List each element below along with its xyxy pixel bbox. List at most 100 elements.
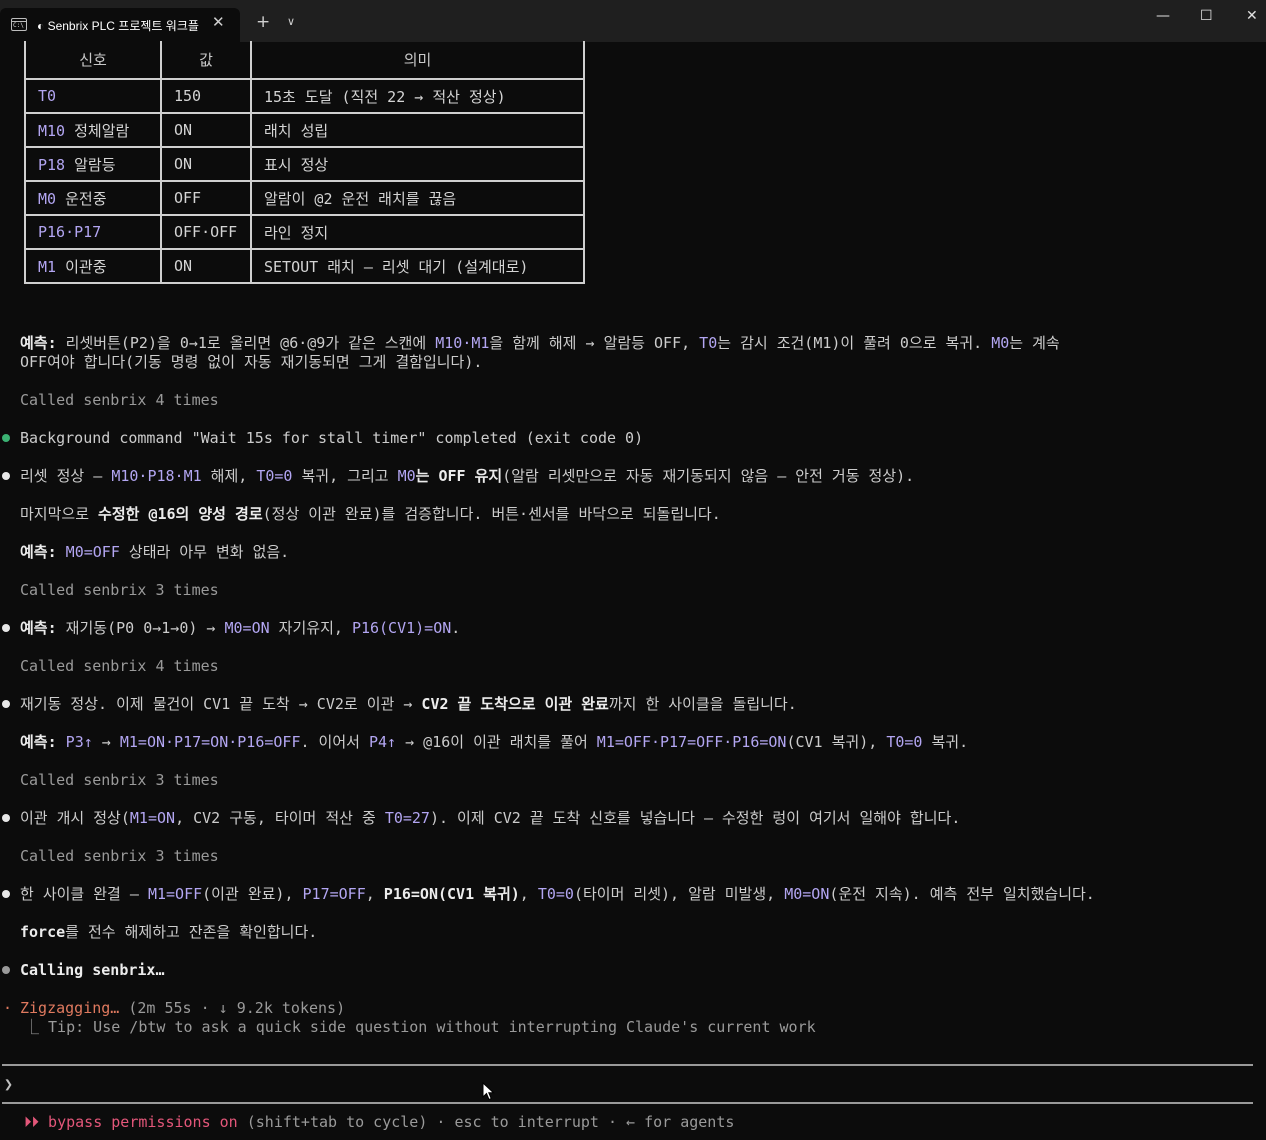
text: 는 계속: [1009, 334, 1060, 352]
signal-ref: M10·P18·M1: [111, 467, 202, 485]
table-row: P16·P17 OFF·OFF 라인 정지: [24, 214, 585, 250]
tip-text: ⎿ Tip: Use /btw to ask a quick side ques…: [24, 1018, 816, 1036]
prediction-label: 예측:: [20, 334, 57, 352]
table-cell-meaning: 표시 정상: [250, 146, 585, 182]
signal-name: P16·P17: [38, 223, 102, 241]
signal-desc: 알람등: [65, 155, 116, 174]
signal-desc: 정체알람: [65, 121, 130, 140]
table-cell-value: ON: [160, 248, 252, 284]
text: (CV1 복귀): [437, 885, 520, 903]
text: (타이머 리셋), 알람 미발생,: [573, 885, 785, 903]
table-row: P18 알람등 ON 표시 정상: [24, 146, 585, 182]
prediction-label: 예측:: [20, 619, 57, 637]
signal-ref: T0=0: [886, 733, 923, 751]
text: ). 이제 CV2 끝 도착 신호를 넣습니다 — 수정한 렁이 여기서 일해야…: [429, 809, 961, 827]
text: (정상 이관 완료)를 검증합니다. 버튼·센서를 바닥으로 되돌립니다.: [262, 505, 721, 523]
terminal-tab[interactable]: ◐ Senbrix PLC 프로젝트 워크플 ✕: [0, 8, 240, 42]
text: 리셋 정상 —: [20, 467, 112, 485]
permission-mode: bypass permissions on: [39, 1113, 238, 1131]
signal-name: M1: [38, 257, 57, 276]
signal-ref: P16=ON: [383, 885, 438, 903]
mode-icon: ⏵⏵: [24, 1113, 40, 1131]
prompt-input[interactable]: [20, 1072, 1250, 1096]
status-bar: ⏵⏵ bypass permissions on (shift+tab to c…: [24, 1113, 734, 1131]
bullet-icon: [2, 624, 10, 632]
table-cell-meaning: 알람이 @2 운전 래치를 끊음: [250, 180, 585, 216]
message-line: 이관 개시 정상(M1=ON, CV2 구동, 타이머 적산 중 T0=27).…: [20, 809, 960, 828]
bullet-icon: [2, 472, 10, 480]
spinner-icon: ·: [3, 999, 13, 1017]
signal-ref: P4↑: [368, 733, 397, 751]
text: 해제,: [201, 467, 257, 485]
signal-ref: P3↑: [65, 733, 93, 751]
spinner-verb: Zigzagging…: [20, 999, 120, 1017]
text: 를 전수 해제하고 잔존을 확인합니다.: [65, 923, 318, 941]
signal-ref: T0=27: [384, 809, 430, 827]
text: (이관 완료),: [202, 885, 303, 903]
signal-ref: T0=0: [256, 467, 293, 485]
table-cell-value: OFF: [160, 180, 252, 216]
text: 복귀, 그리고: [292, 467, 398, 485]
signal-ref: M1=OFF·P17=OFF·P16=ON: [596, 733, 787, 751]
signal-ref: M10·M1: [435, 334, 490, 352]
text: (운전 지속). 예측 전부 일치했습니다.: [829, 885, 1095, 903]
prediction-line: 예측: M0=OFF 상태라 아무 변화 없음.: [20, 543, 289, 562]
signal-ref: M0: [991, 334, 1010, 352]
prediction-line: 예측: 재기동(P0 0→1→0) → M0=ON 자기유지, P16(CV1)…: [20, 619, 460, 638]
text: ,: [519, 885, 538, 903]
title-bar: ◐ Senbrix PLC 프로젝트 워크플 ✕ + ∨ — ☐ ✕: [0, 0, 1266, 42]
signal-ref: T0: [699, 334, 718, 352]
text: 이관 개시 정상(: [20, 809, 130, 827]
signal-table: 신호 값 의미 T0 150 15초 도달 (직전 22 → 적산 정상) M1…: [24, 41, 585, 284]
signal-ref: T0=0: [537, 885, 574, 903]
signal-ref: M0: [397, 467, 416, 485]
text: 리셋버튼(P2)을 0→1로 올리면 @6·@9가 같은 스캔에: [56, 334, 436, 352]
bullet-icon: [2, 814, 10, 822]
text: (CV1 복귀),: [786, 733, 887, 751]
signal-name: P18: [38, 155, 66, 174]
text: force: [20, 923, 66, 941]
text: 수정한 @16의 양성 경로: [98, 505, 263, 523]
text: 마지막으로: [20, 505, 99, 523]
table-cell-signal: M1 이관중: [24, 248, 162, 284]
table-cell-signal: P18 알람등: [24, 146, 162, 182]
signal-ref: M0=ON: [224, 619, 270, 637]
table-row: M0 운전중 OFF 알람이 @2 운전 래치를 끊음: [24, 180, 585, 216]
table-cell-value: OFF·OFF: [160, 214, 252, 250]
table-header: 값: [160, 41, 252, 80]
tool-call-summary: Called senbrix 4 times: [20, 657, 219, 675]
table-header-row: 신호 값 의미: [24, 41, 585, 80]
close-window-button[interactable]: ✕: [1246, 8, 1258, 24]
text: . 이어서: [300, 733, 369, 751]
signal-name: M10: [38, 121, 66, 140]
signal-ref: M1=OFF: [147, 885, 203, 903]
prediction-label: 예측:: [20, 543, 57, 561]
text: CV2 끝 도착으로 이관 완료: [421, 695, 609, 713]
text: 상태라 아무 변화 없음.: [119, 543, 290, 561]
bullet-icon: [2, 890, 10, 898]
input-top-border: [2, 1064, 1253, 1066]
table-row: T0 150 15초 도달 (직전 22 → 적산 정상): [24, 78, 585, 114]
signal-ref: P16(CV1)=ON: [351, 619, 452, 637]
minimize-button[interactable]: —: [1156, 8, 1170, 24]
maximize-button[interactable]: ☐: [1200, 8, 1213, 24]
mouse-cursor-icon: [482, 1082, 495, 1101]
new-tab-button[interactable]: +: [256, 12, 270, 32]
text: 재기동 정상. 이제 물건이 CV1 끝 도착 → CV2로 이관 →: [20, 695, 422, 713]
text: (알람 리셋만으로 자동 재기동되지 않음 — 안전 거동 정상).: [502, 467, 915, 485]
signal-ref: P17=OFF: [302, 885, 366, 903]
tab-close-icon[interactable]: ✕: [212, 13, 225, 31]
spinner-status: Zigzagging… (2m 55s · ↓ 9.2k tokens): [20, 999, 345, 1018]
tool-call-summary: Called senbrix 3 times: [20, 847, 219, 865]
signal-name: M0: [38, 189, 57, 208]
tab-dropdown-icon[interactable]: ∨: [287, 15, 295, 28]
table-cell-meaning: 15초 도달 (직전 22 → 적산 정상): [250, 78, 585, 114]
signal-ref: M1=ON·P17=ON·P16=OFF: [119, 733, 301, 751]
table-cell-signal: M10 정체알람: [24, 112, 162, 148]
table-cell-signal: T0: [24, 78, 162, 114]
tab-title: ◐ Senbrix PLC 프로젝트 워크플: [37, 19, 199, 33]
table-header: 의미: [250, 41, 585, 80]
prediction-line: 예측: P3↑ → M1=ON·P17=ON·P16=OFF. 이어서 P4↑ …: [20, 733, 968, 752]
text: , CV2 구동, 타이머 적산 중: [175, 809, 385, 827]
message-line: 재기동 정상. 이제 물건이 CV1 끝 도착 → CV2로 이관 → CV2 …: [20, 695, 797, 714]
